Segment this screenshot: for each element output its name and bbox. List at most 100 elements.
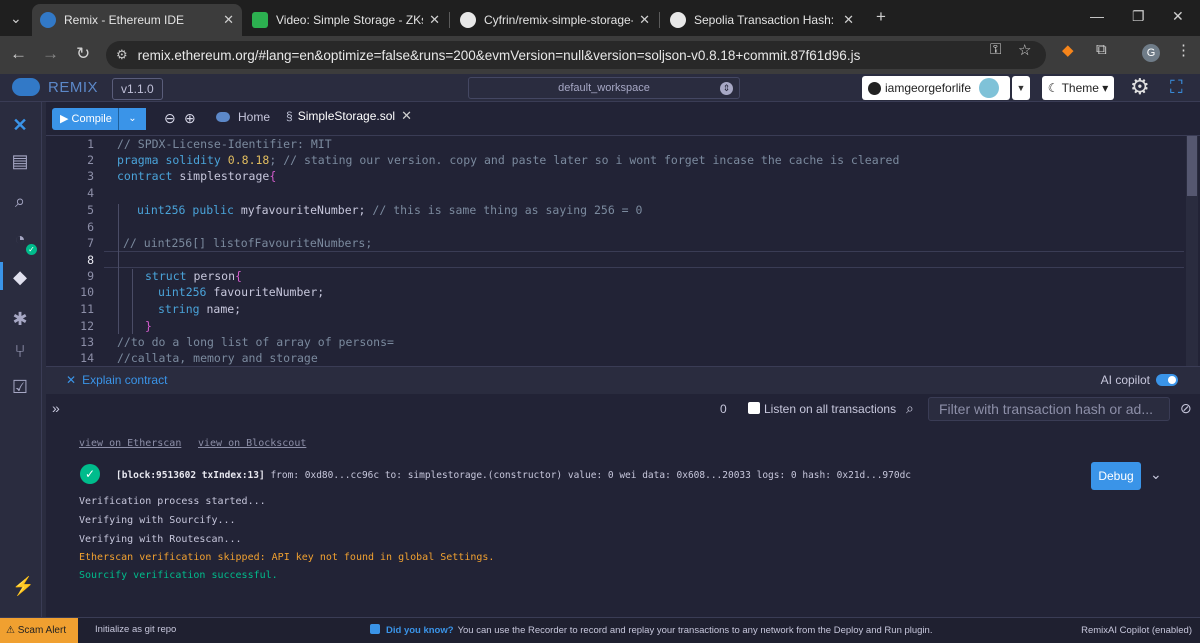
github-user-button[interactable]: iamgeorgeforlife <box>862 76 1010 100</box>
play-icon: ▶ <box>60 113 72 125</box>
code-comment: // this is same thing as saying 256 = 0 <box>365 203 643 217</box>
browser-tab-video[interactable]: Video: Simple Storage - ZKsync ✕ <box>244 4 448 36</box>
blockscout-link[interactable]: view on Blockscout <box>198 438 306 449</box>
extensions-icon[interactable]: ⧉ <box>1096 41 1107 58</box>
editor-tab-bar: ▶ Compile ⌄ ⊖ ⊕ Home § SimpleStorage.sol… <box>46 102 1200 136</box>
new-tab-button[interactable]: + <box>876 7 886 27</box>
theme-button[interactable]: ☾ Theme ▾ <box>1042 76 1114 100</box>
did-you-know-tip: Did you know? You can use the Recorder to… <box>370 624 932 636</box>
tx-block: [block:9513602 txIndex:13] <box>116 470 265 481</box>
reload-icon[interactable]: ↻ <box>76 45 90 63</box>
code-identifier: simplestorage <box>172 169 270 183</box>
browser-menu-icon[interactable]: ⋮ <box>1176 41 1191 59</box>
scam-alert-button[interactable]: ⚠ Scam Alert <box>0 618 78 643</box>
file-explorer-icon[interactable]: ▤ <box>9 150 31 172</box>
close-icon[interactable]: ✕ <box>223 12 234 28</box>
user-dropdown-button[interactable]: ▼ <box>1012 76 1030 100</box>
line-number: 11 <box>80 302 94 316</box>
fullscreen-icon[interactable]: ⛶ <box>1170 77 1183 97</box>
version-badge: v1.1.0 <box>112 78 163 100</box>
compile-success-check-icon: ✓ <box>26 244 37 255</box>
plugin-manager-icon[interactable]: ⚡ <box>12 576 34 597</box>
browser-tab-etherscan[interactable]: Sepolia Transaction Hash: 0x81 ✕ <box>662 4 862 36</box>
code-editor[interactable]: 1 2 3 4 5 6 7 8 9 10 11 12 13 14 // SPDX-License-Iden… <box>46 136 1200 366</box>
window-close-icon[interactable]: ✕ <box>1172 8 1184 25</box>
solidity-file-icon: § <box>286 109 293 123</box>
line-number: 3 <box>87 169 94 183</box>
username: iamgeorgeforlife <box>885 81 972 95</box>
indent-guide <box>132 269 133 334</box>
close-icon[interactable]: ✕ <box>639 12 650 28</box>
password-key-icon[interactable]: ⚿ <box>990 41 1001 58</box>
tab-file-label: SimpleStorage.sol <box>297 109 396 123</box>
video-favicon-icon <box>252 12 268 28</box>
etherscan-favicon-icon <box>670 12 686 28</box>
line-number: 8 <box>87 253 94 267</box>
terminal-console: view on Etherscan view on Blockscout ✓ [… <box>46 424 1200 617</box>
transaction-filter-input[interactable]: Filter with transaction hash or ad... <box>928 397 1170 421</box>
url-text: remix.ethereum.org/#lang=en&optimize=fal… <box>137 47 861 63</box>
editor-footer: ✕ Explain contract AI copilot <box>46 366 1200 394</box>
site-info-icon[interactable]: ⚙ <box>116 47 128 63</box>
etherscan-link[interactable]: view on Etherscan <box>79 438 181 449</box>
collapse-terminal-icon[interactable]: » <box>52 400 60 416</box>
compile-options-button[interactable]: ⌄ <box>118 108 146 130</box>
profile-avatar[interactable]: G <box>1142 44 1160 62</box>
close-icon[interactable]: ✕ <box>843 12 854 28</box>
debug-button[interactable]: Debug <box>1091 462 1141 490</box>
close-icon[interactable]: ✕ <box>429 12 440 28</box>
git-icon[interactable]: ⑂ <box>9 340 31 362</box>
restore-icon[interactable]: ❐ <box>1132 8 1145 25</box>
search-icon[interactable]: ⌕ <box>9 190 31 212</box>
line-number: 13 <box>80 335 94 349</box>
toggle-switch[interactable] <box>1156 374 1178 386</box>
code-identifier: favouriteNumber; <box>206 285 325 299</box>
tab-home[interactable]: Home <box>216 110 270 124</box>
browser-tab-github[interactable]: Cyfrin/remix-simple-storage-cu ✕ <box>452 4 658 36</box>
deploy-run-icon[interactable]: ◆ <box>9 266 31 288</box>
code-line-5: uint256 public myfavouriteNumber; // thi… <box>137 203 642 217</box>
unit-testing-icon[interactable]: ☑ <box>9 376 31 398</box>
editor-scrollbar-thumb[interactable] <box>1187 136 1197 196</box>
explain-contract-button[interactable]: ✕ Explain contract <box>66 373 167 387</box>
zoom-in-icon[interactable]: ⊕ <box>184 110 196 127</box>
explain-label: Explain contract <box>82 373 168 387</box>
git-init-link[interactable]: Initialize as git repo <box>95 624 176 635</box>
ai-icon[interactable]: ✕ <box>9 114 31 136</box>
did-you-know-label: Did you know? <box>386 625 454 636</box>
ai-icon: ✕ <box>66 373 77 387</box>
code-bracket: { <box>269 169 277 183</box>
transaction-log-line[interactable]: [block:9513602 txIndex:13] from: 0xd80..… <box>116 470 911 481</box>
remix-logo-icon <box>12 78 40 96</box>
status-bar: ⚠ Scam Alert Initialize as git repo Did … <box>0 617 1200 643</box>
close-icon[interactable]: ✕ <box>401 108 412 124</box>
zoom-out-icon[interactable]: ⊖ <box>164 110 176 127</box>
github-icon <box>868 81 881 95</box>
copilot-status[interactable]: RemixAI Copilot (enabled) <box>1081 625 1192 636</box>
tab-simplestorage[interactable]: § SimpleStorage.sol ✕ <box>286 108 412 124</box>
caret-down-icon: ▾ <box>1098 81 1109 95</box>
browser-tab-remix[interactable]: Remix - Ethereum IDE ✕ <box>32 4 242 36</box>
tab-search-icon[interactable]: ⌄ <box>10 10 22 27</box>
browser-tab-strip: ⌄ Remix - Ethereum IDE ✕ Video: Simple S… <box>0 0 1200 36</box>
back-icon[interactable]: ← <box>10 45 27 63</box>
address-bar[interactable]: ⚙ remix.ethereum.org/#lang=en&optimize=f… <box>106 41 1046 69</box>
tip-text: You can use the Recorder to record and r… <box>457 625 933 636</box>
minimize-icon[interactable]: — <box>1090 8 1104 24</box>
remix-logo[interactable]: REMIX <box>12 78 98 96</box>
metamask-extension-icon[interactable]: ◆ <box>1062 41 1074 59</box>
remix-home-icon <box>216 112 230 122</box>
debugger-icon[interactable]: ✱ <box>9 308 31 330</box>
chevron-down-icon[interactable]: ⌄ <box>1150 466 1162 483</box>
ai-copilot-toggle[interactable]: AI copilot <box>1101 373 1178 387</box>
forward-icon[interactable]: → <box>42 45 59 63</box>
clear-console-icon[interactable]: ⊘ <box>1180 400 1192 417</box>
code-bracket: } <box>145 319 152 333</box>
settings-gear-icon[interactable]: ⚙ <box>1130 76 1150 98</box>
listen-checkbox[interactable] <box>748 402 760 414</box>
code-type: uint256 <box>137 203 186 217</box>
indent-guide <box>118 204 119 334</box>
console-message: Sourcify verification successful. <box>79 570 278 581</box>
bookmark-star-icon[interactable]: ☆ <box>1018 41 1031 59</box>
workspace-select[interactable]: default_workspace ⇕ <box>468 77 740 99</box>
